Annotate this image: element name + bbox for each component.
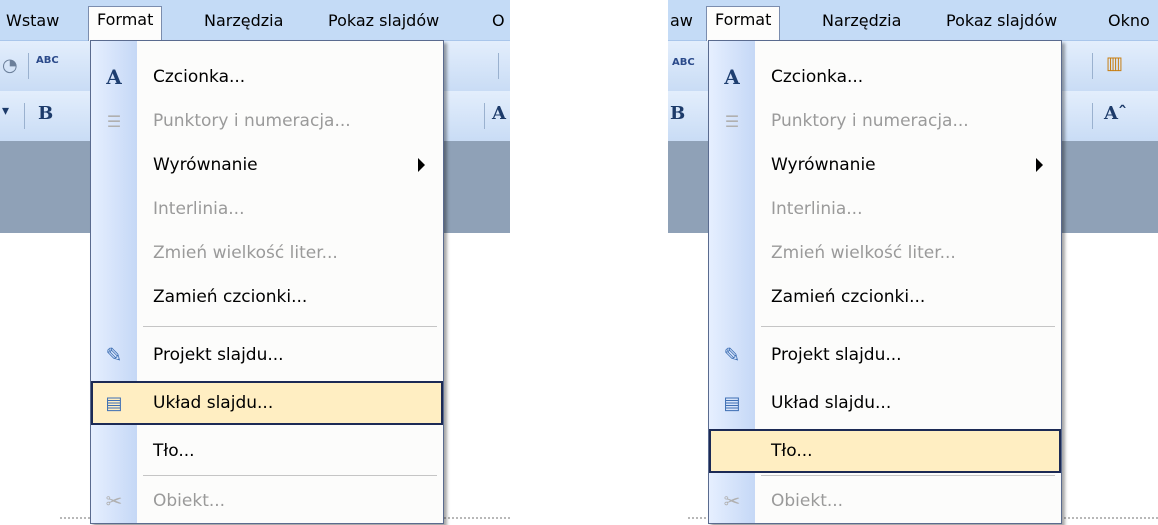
menu-item-label: Tło...	[153, 441, 195, 461]
design-pencil-icon: ✎	[105, 343, 123, 367]
menu-item-label: Punktory i numeracja...	[153, 111, 351, 131]
spelling-icon[interactable]: ABC	[36, 55, 59, 66]
menu-tools[interactable]: Narzędzia	[196, 8, 291, 34]
menu-item-font[interactable]: A Czcionka...	[91, 55, 443, 99]
menu-window[interactable]: O	[484, 8, 510, 34]
menu-separator	[761, 326, 1055, 327]
menu-window[interactable]: Okno	[1100, 8, 1158, 34]
menu-item-line-spacing[interactable]: Interlinia...	[91, 187, 443, 231]
menu-item-label: Projekt slajdu...	[153, 345, 284, 365]
font-a-icon: A	[106, 65, 122, 89]
submenu-arrow-icon	[1036, 158, 1043, 172]
menu-item-label: Zamień czcionki...	[153, 287, 308, 307]
slide-layout-icon: ▤	[105, 392, 123, 414]
bullets-icon: ☰	[724, 111, 740, 131]
menu-item-change-case[interactable]: Zmień wielkość liter...	[709, 231, 1061, 275]
menu-item-object[interactable]: ✂ Obiekt...	[91, 479, 443, 523]
font-a-icon: A	[724, 65, 740, 89]
menu-item-bullets[interactable]: ☰ Punktory i numeracja...	[709, 99, 1061, 143]
menu-item-alignment[interactable]: Wyrównanie	[91, 143, 443, 187]
font-grow-icon[interactable]: A	[492, 103, 506, 124]
menu-format[interactable]: Format	[88, 6, 163, 41]
menu-item-label: Tło...	[771, 441, 813, 461]
chart-icon[interactable]: ▥	[1106, 53, 1123, 74]
left-screenshot: Wstaw Format Narzędzia Pokaz slajdów O ◔…	[0, 0, 510, 525]
bold-icon[interactable]: B	[670, 103, 685, 124]
menu-item-label: Interlinia...	[771, 199, 863, 219]
menu-separator	[761, 475, 1055, 476]
menu-item-alignment[interactable]: Wyrównanie	[709, 143, 1061, 187]
menu-bar: Wstaw Format Narzędzia Pokaz slajdów O	[0, 0, 510, 41]
menu-item-label: Zmień wielkość liter...	[771, 243, 956, 263]
menu-slideshow[interactable]: Pokaz slajdów	[938, 8, 1065, 34]
object-icon: ✂	[723, 489, 741, 513]
menu-item-font[interactable]: A Czcionka...	[709, 55, 1061, 99]
preview-icon[interactable]: ◔	[2, 55, 18, 76]
menu-item-object[interactable]: ✂ Obiekt...	[709, 479, 1061, 523]
menu-item-label: Zamień czcionki...	[771, 287, 926, 307]
menu-item-replace-fonts[interactable]: Zamień czcionki...	[709, 275, 1061, 319]
menu-item-label: Układ slajdu...	[153, 393, 274, 413]
menu-insert[interactable]: aw	[668, 8, 701, 34]
menu-item-label: Obiekt...	[153, 491, 226, 511]
menu-item-background[interactable]: Tło...	[91, 429, 443, 473]
menu-separator	[143, 475, 437, 476]
dropdown-arrow-icon[interactable]: ▾	[2, 103, 9, 119]
menu-bar: aw Format Narzędzia Pokaz slajdów Okno	[668, 0, 1158, 41]
menu-item-label: Obiekt...	[771, 491, 844, 511]
menu-item-label: Zmień wielkość liter...	[153, 243, 338, 263]
menu-tools[interactable]: Narzędzia	[814, 8, 909, 34]
font-grow-icon[interactable]: Aˆ	[1104, 103, 1127, 124]
submenu-arrow-icon	[418, 158, 425, 172]
menu-slideshow[interactable]: Pokaz slajdów	[320, 8, 447, 34]
menu-item-label: Czcionka...	[153, 67, 246, 87]
format-dropdown-menu: A Czcionka... ☰ Punktory i numeracja... …	[90, 40, 444, 524]
menu-item-slide-design[interactable]: ✎ Projekt slajdu...	[709, 333, 1061, 377]
menu-format[interactable]: Format	[706, 6, 781, 41]
bold-icon[interactable]: B	[38, 103, 53, 124]
menu-item-line-spacing[interactable]: Interlinia...	[709, 187, 1061, 231]
menu-item-replace-fonts[interactable]: Zamień czcionki...	[91, 275, 443, 319]
menu-item-label: Punktory i numeracja...	[771, 111, 969, 131]
menu-insert[interactable]: Wstaw	[0, 8, 67, 34]
menu-item-background[interactable]: Tło...	[709, 429, 1061, 473]
format-dropdown-menu: A Czcionka... ☰ Punktory i numeracja... …	[708, 40, 1062, 524]
menu-separator	[143, 326, 437, 327]
menu-item-label: Wyrównanie	[771, 155, 876, 175]
menu-item-slide-layout[interactable]: ▤ Układ slajdu...	[91, 381, 443, 425]
menu-item-label: Projekt slajdu...	[771, 345, 902, 365]
menu-item-slide-layout[interactable]: ▤ Układ slajdu...	[709, 381, 1061, 425]
menu-item-change-case[interactable]: Zmień wielkość liter...	[91, 231, 443, 275]
menu-item-label: Interlinia...	[153, 199, 245, 219]
slide-layout-icon: ▤	[723, 392, 741, 414]
menu-item-label: Wyrównanie	[153, 155, 258, 175]
menu-item-bullets[interactable]: ☰ Punktory i numeracja...	[91, 99, 443, 143]
menu-item-slide-design[interactable]: ✎ Projekt slajdu...	[91, 333, 443, 377]
menu-item-label: Czcionka...	[771, 67, 864, 87]
bullets-icon: ☰	[106, 111, 122, 131]
spelling-icon[interactable]: ABC	[672, 57, 695, 68]
design-pencil-icon: ✎	[723, 343, 741, 367]
menu-item-label: Układ slajdu...	[771, 393, 892, 413]
right-screenshot: aw Format Narzędzia Pokaz slajdów Okno A…	[668, 0, 1158, 525]
object-icon: ✂	[105, 489, 123, 513]
